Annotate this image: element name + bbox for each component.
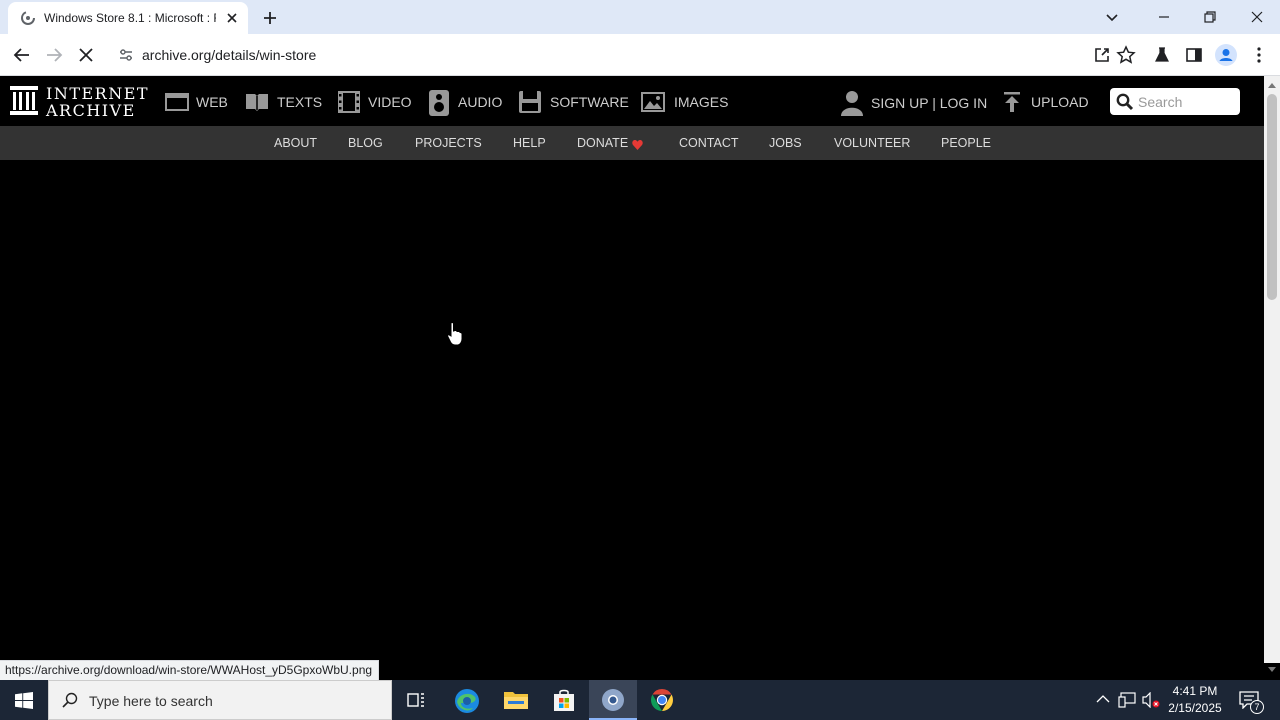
nav-images-label: IMAGES — [674, 94, 729, 110]
show-hidden-icons-chevron-icon[interactable] — [1096, 694, 1110, 704]
clock-time: 4:41 PM — [1172, 684, 1218, 698]
nav-texts[interactable]: TEXTS — [244, 90, 322, 114]
restore-icon[interactable] — [1199, 6, 1221, 28]
upload-arrow-icon — [1004, 92, 1020, 112]
site-search-box[interactable] — [1110, 88, 1240, 115]
taskbar-search-icon — [62, 692, 78, 708]
loading-favicon-icon — [21, 11, 35, 25]
internet-archive-logo[interactable]: INTERNET ARCHIVE — [10, 84, 148, 120]
image-icon — [641, 92, 665, 112]
nav-video[interactable]: VIDEO — [337, 90, 412, 114]
taskbar-search-box[interactable]: Type here to search — [48, 680, 392, 720]
chrome-beta-taskbar-button-active[interactable] — [589, 680, 637, 720]
address-bar[interactable]: archive.org/details/win-store — [108, 39, 1150, 71]
notification-count-badge: 7 — [1250, 700, 1264, 714]
floppy-icon — [519, 91, 541, 113]
scrollbar-thumb[interactable] — [1267, 94, 1277, 300]
profile-avatar-icon[interactable] — [1215, 44, 1237, 66]
task-view-button[interactable] — [392, 680, 440, 720]
chrome-icon — [651, 689, 673, 711]
nav-texts-label: TEXTS — [277, 94, 323, 110]
subnav-people[interactable]: PEOPLE — [941, 136, 991, 150]
book-icon — [246, 94, 268, 111]
vertical-scrollbar[interactable] — [1264, 76, 1280, 672]
labs-flask-icon[interactable] — [1152, 45, 1172, 65]
url-text: archive.org/details/win-store — [142, 47, 317, 63]
content-area — [0, 160, 1264, 663]
scroll-down-arrow-icon[interactable] — [1268, 667, 1276, 673]
subnav-jobs[interactable]: JOBS — [769, 136, 802, 150]
site-info-icon[interactable] — [118, 47, 134, 63]
hand-pointer-cursor-icon — [447, 322, 463, 346]
subnav-volunteer[interactable]: VOLUNTEER — [834, 136, 910, 150]
nav-video-label: VIDEO — [368, 94, 412, 110]
side-panel-icon[interactable] — [1184, 45, 1204, 65]
bookmark-star-icon[interactable] — [1116, 45, 1136, 65]
folder-icon — [504, 692, 528, 709]
web-icon — [165, 93, 189, 111]
network-icon[interactable] — [1118, 692, 1136, 708]
windows-taskbar: Type here to search 4:41 PM 2/15/2025 7 — [0, 680, 1280, 720]
user-icon — [841, 91, 863, 116]
edge-taskbar-button[interactable] — [442, 680, 490, 720]
link-status-bubble: https://archive.org/download/win-store/W… — [0, 660, 380, 680]
new-tab-icon[interactable] — [258, 6, 282, 30]
edge-icon — [455, 689, 479, 713]
system-clock[interactable]: 4:41 PM 2/15/2025 — [1164, 683, 1226, 717]
nav-images[interactable]: IMAGES — [641, 90, 729, 114]
nav-audio-label: AUDIO — [458, 94, 503, 110]
upload-label: UPLOAD — [1031, 94, 1089, 110]
store-taskbar-button[interactable] — [540, 680, 588, 720]
site-sub-nav: ABOUT BLOG PROJECTS HELP DONATE CONTACT … — [0, 126, 1264, 160]
search-icon — [1116, 93, 1134, 111]
web-page: INTERNET ARCHIVE WEB TEXTS VIDEO AUDIO S… — [0, 76, 1264, 663]
nav-software[interactable]: SOFTWARE — [518, 90, 629, 114]
store-bag-icon — [554, 689, 574, 711]
browser-tab[interactable]: Windows Store 8.1 : Microsoft : Free Dow… — [8, 2, 248, 34]
subnav-about[interactable]: ABOUT — [274, 136, 317, 150]
subnav-donate[interactable]: DONATE — [577, 136, 628, 150]
nav-audio[interactable]: AUDIO — [428, 90, 503, 116]
task-view-icon — [407, 693, 424, 707]
nav-web[interactable]: WEB — [165, 90, 230, 114]
archive-building-icon — [10, 86, 38, 115]
kebab-menu-icon[interactable] — [1249, 45, 1269, 65]
subnav-projects[interactable]: PROJECTS — [415, 136, 482, 150]
taskbar-search-placeholder: Type here to search — [89, 693, 213, 709]
windows-start-icon[interactable] — [15, 692, 33, 709]
donate-heart-icon[interactable] — [632, 140, 643, 150]
back-arrow-icon[interactable] — [10, 43, 34, 67]
action-center-button[interactable]: 7 — [1236, 680, 1264, 720]
scroll-up-arrow-icon[interactable] — [1268, 82, 1276, 88]
chrome-taskbar-button[interactable] — [638, 680, 686, 720]
site-top-nav: INTERNET ARCHIVE WEB TEXTS VIDEO AUDIO S… — [0, 76, 1264, 126]
tab-title: Windows Store 8.1 : Microsoft : Free Dow… — [44, 11, 216, 25]
subnav-blog[interactable]: BLOG — [348, 136, 383, 150]
subnav-help[interactable]: HELP — [513, 136, 546, 150]
forward-arrow-icon[interactable] — [42, 43, 66, 67]
clock-date: 2/15/2025 — [1168, 701, 1222, 715]
tab-search-chevron-icon[interactable] — [1101, 6, 1123, 28]
tab-close-icon[interactable] — [224, 10, 240, 26]
site-search-input[interactable] — [1138, 92, 1234, 111]
share-icon[interactable] — [1092, 45, 1112, 65]
tab-strip: Windows Store 8.1 : Microsoft : Free Dow… — [0, 0, 1280, 34]
nav-web-label: WEB — [196, 94, 228, 110]
subnav-contact[interactable]: CONTACT — [679, 136, 739, 150]
signin-label: SIGN UP | LOG IN — [871, 95, 988, 111]
volume-muted-icon[interactable] — [1142, 692, 1160, 708]
file-explorer-taskbar-button[interactable] — [491, 680, 539, 720]
logo-text-line2: ARCHIVE — [46, 101, 136, 120]
close-window-icon[interactable] — [1246, 6, 1268, 28]
browser-toolbar: archive.org/details/win-store — [0, 34, 1280, 76]
chrome-beta-icon — [602, 689, 624, 711]
speaker-icon — [429, 90, 449, 116]
nav-software-label: SOFTWARE — [550, 94, 629, 110]
stop-loading-icon[interactable] — [74, 43, 98, 67]
film-icon — [338, 91, 360, 113]
minimize-icon[interactable] — [1153, 6, 1175, 28]
